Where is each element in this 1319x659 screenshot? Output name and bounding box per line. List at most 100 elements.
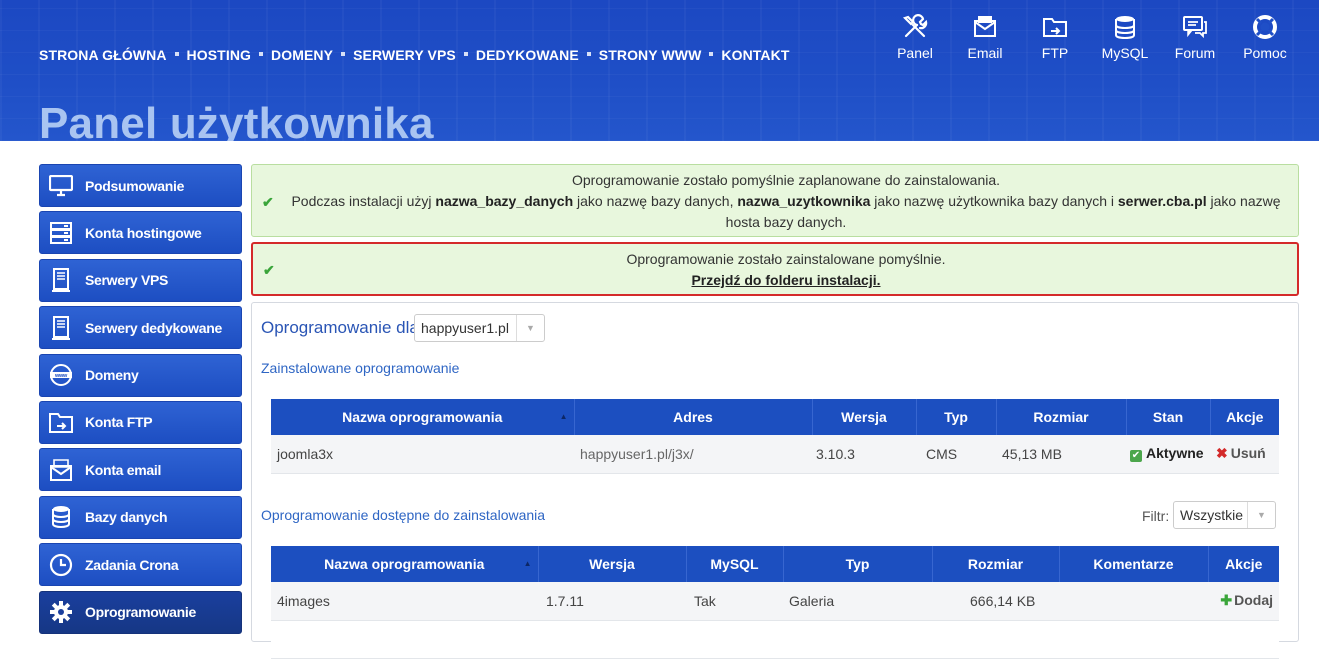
email-icon bbox=[974, 16, 996, 37]
col-address-header[interactable]: Adres bbox=[574, 399, 813, 435]
account-select[interactable]: happyuser1.pl ▼ bbox=[414, 314, 545, 342]
tools-icon bbox=[902, 14, 928, 38]
quick-link-ftp[interactable]: FTP bbox=[1020, 14, 1090, 61]
chevron-down-icon: ▼ bbox=[516, 315, 544, 341]
quick-link-help[interactable]: Pomoc bbox=[1230, 14, 1300, 61]
quick-link-panel[interactable]: Panel bbox=[880, 14, 950, 61]
www-globe-icon: www bbox=[48, 362, 74, 388]
quick-link-label: Pomoc bbox=[1243, 45, 1287, 61]
nav-websites[interactable]: STRONY WWW bbox=[599, 47, 702, 63]
software-size: 45,13 MB bbox=[996, 435, 1126, 474]
table-header-row: Nazwa oprogramowania ▲ Adres Wersja Typ R… bbox=[271, 399, 1279, 435]
sidebar-item-software[interactable]: Oprogramowanie bbox=[39, 590, 242, 634]
available-software-title: Oprogramowanie dostępne do zainstalowani… bbox=[261, 507, 546, 523]
check-icon: ✔ bbox=[262, 194, 274, 210]
sidebar-item-hosting-accounts[interactable]: Konta hostingowe bbox=[39, 211, 242, 255]
sidebar-item-databases[interactable]: Bazy danych bbox=[39, 495, 242, 539]
quick-link-mysql[interactable]: MySQL bbox=[1090, 14, 1160, 61]
table-header-row: Nazwa oprogramowania ▲ Wersja MySQL Typ R… bbox=[271, 546, 1279, 582]
alert-text: Podczas instalacji użyj bbox=[291, 193, 436, 209]
sidebar-item-label: Konta hostingowe bbox=[85, 224, 202, 241]
db-name-value: nazwa_bazy_danych bbox=[435, 193, 574, 209]
server-stack-icon bbox=[48, 220, 74, 246]
alert-text: jako nazwę bazy danych, bbox=[573, 193, 738, 209]
db-user-value: nazwa_uzytkownika bbox=[737, 193, 871, 209]
status-label: Aktywne bbox=[1146, 445, 1204, 462]
sidebar-item-domains[interactable]: www Domeny bbox=[39, 353, 242, 397]
gear-icon bbox=[48, 599, 74, 625]
nav-hosting[interactable]: HOSTING bbox=[187, 47, 251, 63]
alert-message: Oprogramowanie zostało zainstalowane pom… bbox=[626, 251, 946, 267]
clock-icon bbox=[48, 552, 74, 578]
installed-software-table: Nazwa oprogramowania ▲ Adres Wersja Typ R… bbox=[271, 399, 1279, 474]
nav-vps[interactable]: SERWERY VPS bbox=[353, 47, 456, 63]
sidebar-item-label: Konta email bbox=[85, 461, 162, 478]
sort-asc-icon: ▲ bbox=[559, 412, 568, 421]
database-icon bbox=[48, 504, 74, 530]
quick-link-forum[interactable]: Forum bbox=[1160, 14, 1230, 61]
monitor-icon bbox=[48, 173, 74, 199]
filter-label: Filtr: bbox=[1142, 508, 1170, 524]
add-label: Dodaj bbox=[1234, 592, 1273, 609]
database-icon bbox=[1115, 16, 1135, 40]
sidebar-item-cron[interactable]: Zadania Crona bbox=[39, 543, 242, 587]
nav-home[interactable]: STRONA GŁÓWNA bbox=[39, 47, 167, 63]
col-type-header[interactable]: Typ bbox=[916, 399, 997, 435]
col-mysql-header[interactable]: MySQL bbox=[686, 546, 784, 582]
quick-link-label: Email bbox=[967, 45, 1003, 61]
alert-installed: ✔ Oprogramowanie zostało zainstalowane p… bbox=[251, 242, 1299, 296]
col-version-header[interactable]: Wersja bbox=[538, 546, 687, 582]
sidebar-item-dedicated[interactable]: Serwery dedykowane bbox=[39, 306, 242, 350]
col-size-header[interactable]: Rozmiar bbox=[932, 546, 1060, 582]
nav-dedicated[interactable]: DEDYKOWANE bbox=[476, 47, 579, 63]
sidebar-item-summary[interactable]: Podsumowanie bbox=[39, 164, 242, 207]
alert-text: jako nazwę użytkownika bazy danych i bbox=[870, 193, 1118, 209]
table-row: joomla3x happyuser1.pl/j3x/ 3.10.3 CMS 4… bbox=[271, 435, 1279, 474]
sidebar-item-label: Podsumowanie bbox=[85, 177, 185, 194]
sidebar-item-label: Domeny bbox=[85, 367, 139, 384]
email-icon bbox=[48, 457, 74, 483]
software-type: CMS bbox=[916, 435, 996, 474]
quick-link-label: Forum bbox=[1174, 45, 1216, 61]
add-action[interactable]: ✚ Dodaj bbox=[1208, 582, 1279, 621]
forum-icon bbox=[1183, 16, 1207, 39]
sidebar-item-email[interactable]: Konta email bbox=[39, 448, 242, 492]
col-actions-header: Akcje bbox=[1208, 546, 1279, 582]
sidebar-item-vps[interactable]: Serwery VPS bbox=[39, 258, 242, 302]
check-box-icon: ✔ bbox=[1130, 450, 1142, 463]
software-size: 666,14 KB bbox=[932, 582, 1059, 621]
lifebuoy-icon bbox=[1253, 15, 1277, 39]
ftp-folder-icon bbox=[1043, 18, 1067, 37]
col-version-header[interactable]: Wersja bbox=[812, 399, 917, 435]
col-name-header[interactable]: Nazwa oprogramowania ▲ bbox=[271, 399, 575, 435]
alert-message: Oprogramowanie zostało pomyślnie zaplano… bbox=[571, 172, 1001, 188]
sidebar-item-label: Serwery dedykowane bbox=[85, 319, 222, 336]
col-type-header[interactable]: Typ bbox=[783, 546, 933, 582]
col-name-header[interactable]: Nazwa oprogramowania ▲ bbox=[271, 546, 539, 582]
col-status-header[interactable]: Stan bbox=[1126, 399, 1211, 435]
server-tower-icon bbox=[48, 267, 74, 293]
nav-separator bbox=[259, 52, 264, 56]
delete-label: Usuń bbox=[1230, 445, 1266, 462]
sidebar-item-ftp[interactable]: Konta FTP bbox=[39, 400, 242, 444]
nav-contact[interactable]: KONTAKT bbox=[721, 47, 789, 63]
install-folder-link[interactable]: Przejdź do folderu instalacji. bbox=[691, 272, 880, 288]
col-size-header[interactable]: Rozmiar bbox=[996, 399, 1127, 435]
alert-scheduled: ✔ Oprogramowanie zostało pomyślnie zapla… bbox=[251, 164, 1299, 237]
software-version: 1.7.11 bbox=[538, 582, 686, 621]
quick-link-label: MySQL bbox=[1101, 45, 1149, 61]
sort-asc-icon: ▲ bbox=[523, 559, 532, 568]
software-for-label: Oprogramowanie dla bbox=[261, 318, 419, 337]
quick-link-email[interactable]: Email bbox=[950, 14, 1020, 61]
nav-domains[interactable]: DOMENY bbox=[271, 47, 333, 63]
table-row: 4images 1.7.11 Tak Galeria 666,14 KB ✚ Do… bbox=[271, 582, 1279, 621]
sidebar-item-label: Serwery VPS bbox=[85, 272, 169, 289]
available-software-table: Nazwa oprogramowania ▲ Wersja MySQL Typ R… bbox=[271, 546, 1279, 659]
filter-select[interactable]: Wszystkie ▼ bbox=[1173, 501, 1276, 529]
svg-text:www: www bbox=[54, 373, 68, 379]
delete-action[interactable]: ✖ Usuń bbox=[1210, 435, 1279, 474]
col-comments-header[interactable]: Komentarze bbox=[1059, 546, 1209, 582]
account-select-value: happyuser1.pl bbox=[421, 320, 509, 336]
nav-separator bbox=[174, 52, 179, 56]
col-actions-header: Akcje bbox=[1210, 399, 1279, 435]
